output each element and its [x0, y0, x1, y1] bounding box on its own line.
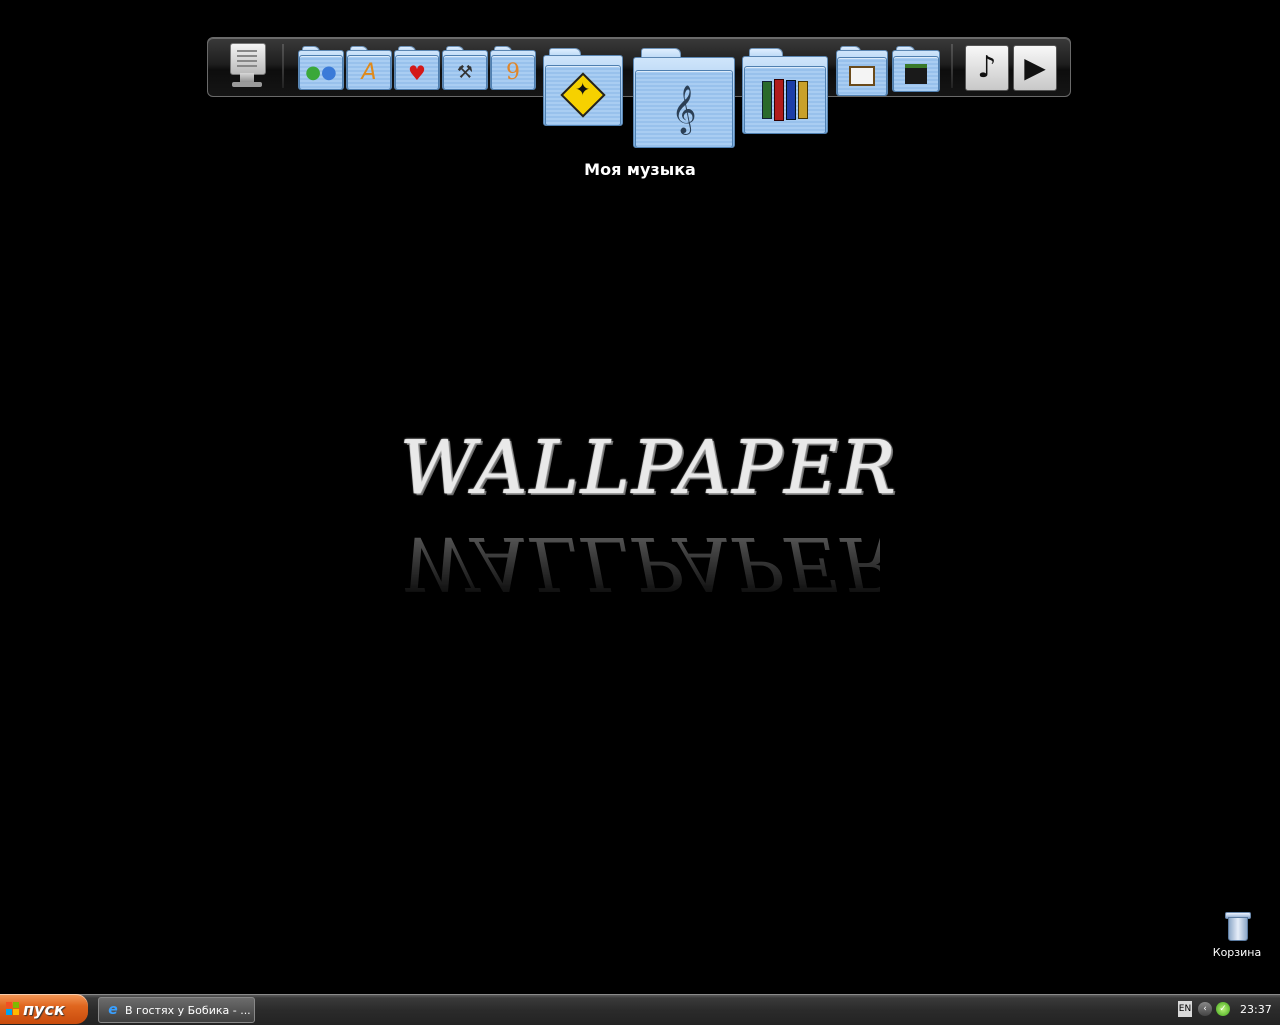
- system-tray: EN ‹ ✓ 23:37: [1174, 997, 1280, 1021]
- start-button-label: пуск: [23, 999, 65, 1019]
- internet-explorer-icon: e: [108, 1002, 118, 1018]
- wallpaper-text-reflection: WALLPAPER: [400, 520, 899, 606]
- windows-flag-icon: [6, 1002, 20, 1016]
- clock[interactable]: 23:37: [1240, 1003, 1272, 1016]
- taskbar-window-button[interactable]: e В гостях у Бобика - ...: [98, 997, 255, 1023]
- taskbar-window-title: В гостях у Бобика - ...: [125, 1003, 251, 1017]
- recycle-bin-label: Корзина: [1212, 946, 1262, 959]
- desktop-icon-recycle-bin[interactable]: Корзина: [1206, 910, 1268, 959]
- start-button[interactable]: пуск: [0, 994, 88, 1024]
- treble-clef-icon: 𝄞: [671, 83, 697, 133]
- dock-item-folder-messenger[interactable]: ●●: [298, 46, 344, 90]
- messenger-people-icon: ●●: [305, 61, 337, 83]
- nine-icon: 9: [505, 59, 520, 85]
- dock-item-folder-video[interactable]: [892, 46, 940, 92]
- dock-item-folder-nine[interactable]: 9: [490, 46, 536, 90]
- play-icon: ▶: [1024, 51, 1046, 84]
- dock-hover-label: Моя музыка: [584, 160, 696, 179]
- dock-item-folder-music[interactable]: 𝄞: [633, 48, 735, 148]
- dock-item-folder-favorites[interactable]: ♥: [394, 46, 440, 90]
- dock-item-media-player[interactable]: ▶: [1013, 45, 1057, 91]
- show-hidden-icons-chevron-icon[interactable]: ‹: [1198, 1002, 1212, 1016]
- pedestrian-sign-icon: ✦: [560, 72, 606, 118]
- dock-item-folder-library[interactable]: [742, 48, 828, 134]
- wallpaper-text: WALLPAPER: [400, 425, 899, 511]
- dock-item-folder-public[interactable]: ✦: [543, 48, 623, 126]
- picture-frame-icon: [849, 66, 875, 87]
- security-shield-icon[interactable]: ✓: [1216, 1002, 1230, 1016]
- dock-separator: [282, 44, 284, 88]
- dock-item-music-player[interactable]: ♪: [965, 45, 1009, 91]
- dock-separator: [951, 44, 953, 88]
- dock-item-system[interactable]: [226, 43, 268, 89]
- hammer-icon: ⚒: [456, 61, 474, 83]
- heart-icon: ♥: [408, 60, 426, 85]
- applications-a-icon: A: [361, 59, 377, 85]
- dock-item-folder-applications[interactable]: A: [346, 46, 392, 90]
- music-note-icon: ♪: [977, 50, 997, 85]
- recycle-bin-icon: [1225, 910, 1251, 941]
- film-clapper-icon: [904, 63, 927, 84]
- dock-item-folder-pictures[interactable]: [836, 46, 888, 96]
- books-icon: [743, 66, 827, 134]
- dock-item-folder-tools[interactable]: ⚒: [442, 46, 488, 90]
- language-indicator[interactable]: EN: [1178, 1001, 1192, 1017]
